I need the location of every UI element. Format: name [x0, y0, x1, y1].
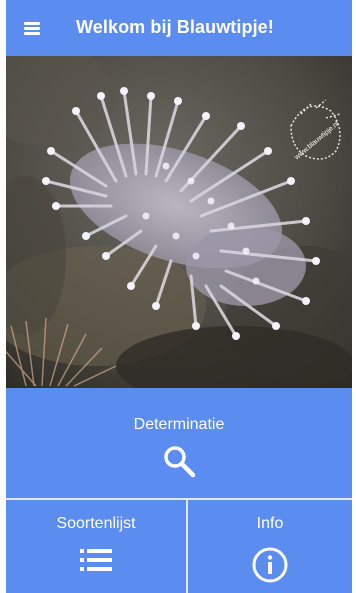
app-title: Welkom bij Blauwtipje! [76, 17, 274, 37]
hero-photo: www.blauwtipje.nl [6, 56, 352, 388]
info-button[interactable]: Info [188, 500, 352, 593]
app-root: Welkom bij Blauwtipje! www.blauwtipje.nl… [6, 0, 352, 593]
list-icon [80, 547, 112, 578]
info-icon [252, 547, 288, 588]
app-bar: Welkom bij Blauwtipje! [6, 0, 352, 56]
determination-label: Determinatie [133, 416, 225, 433]
species-list-button[interactable]: Soortenlijst [6, 500, 186, 593]
search-icon [162, 444, 196, 483]
info-label: Info [256, 515, 284, 532]
species-list-label: Soortenlijst [56, 515, 136, 532]
hamburger-menu-icon[interactable] [24, 19, 44, 35]
determination-button[interactable]: Determinatie [6, 391, 352, 498]
